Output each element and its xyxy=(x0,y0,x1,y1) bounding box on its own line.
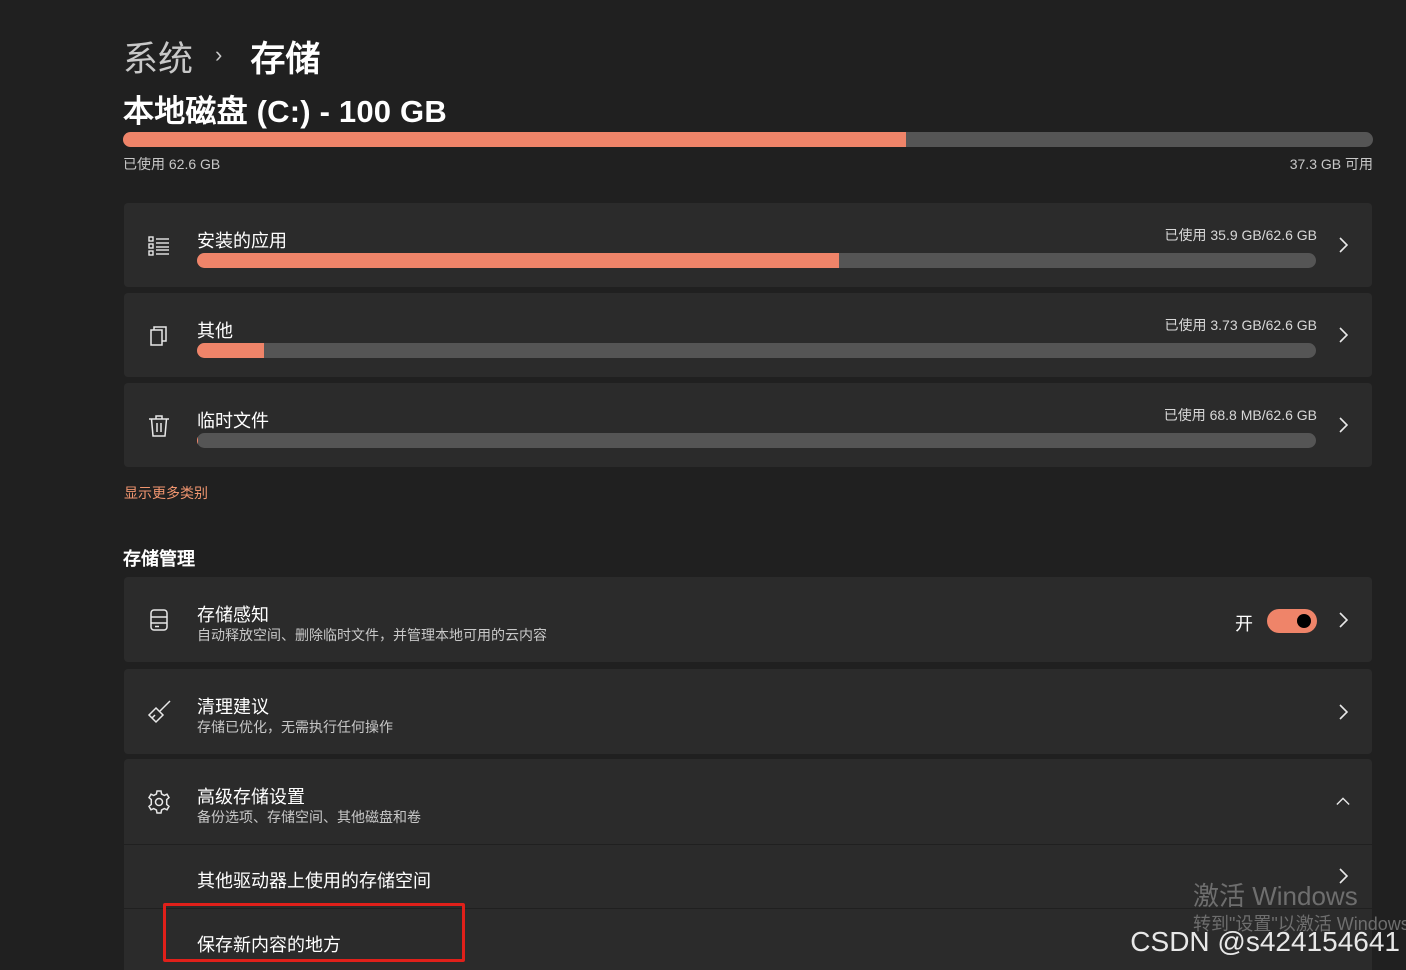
cleanup-title: 清理建议 xyxy=(197,697,269,717)
chevron-right-icon xyxy=(1336,612,1350,628)
category-usage: 已使用 3.73 GB/62.6 GB xyxy=(1164,317,1317,333)
sub-item-label: 保存新内容的地方 xyxy=(197,935,341,955)
breadcrumb-system[interactable]: 系统 xyxy=(123,31,193,82)
category-label: 安装的应用 xyxy=(197,231,287,251)
category-other[interactable]: 其他 已使用 3.73 GB/62.6 GB xyxy=(124,293,1372,377)
drive-usage-bar xyxy=(123,132,1373,147)
other-files-icon xyxy=(146,323,172,349)
category-label: 其他 xyxy=(197,321,233,341)
storage-sense-title: 存储感知 xyxy=(197,605,269,625)
advanced-storage-description: 备份选项、存储空间、其他磁盘和卷 xyxy=(197,809,421,825)
toggle-knob xyxy=(1297,614,1311,628)
category-usage-bar xyxy=(197,433,1316,448)
category-temp-files[interactable]: 临时文件 已使用 68.8 MB/62.6 GB xyxy=(124,383,1372,467)
cleanup-recommendations-row[interactable]: 清理建议 存储已优化，无需执行任何操作 xyxy=(124,669,1372,754)
drive-free-label: 37.3 GB 可用 xyxy=(1289,156,1373,172)
storage-sense-toggle[interactable] xyxy=(1267,609,1317,633)
chevron-right-icon xyxy=(1336,417,1350,433)
drive-used-label: 已使用 62.6 GB xyxy=(123,156,221,172)
storage-sense-description: 自动释放空间、删除临时文件，并管理本地可用的云内容 xyxy=(197,627,547,643)
category-usage-bar-fill xyxy=(197,433,199,448)
category-usage: 已使用 68.8 MB/62.6 GB xyxy=(1163,407,1317,423)
cleanup-description: 存储已优化，无需执行任何操作 xyxy=(197,719,393,735)
trash-icon xyxy=(146,413,172,439)
sub-item-label: 其他驱动器上使用的存储空间 xyxy=(197,871,431,891)
show-more-categories-link[interactable]: 显示更多类别 xyxy=(124,483,208,503)
storage-sense-toggle-label: 开 xyxy=(1235,614,1253,634)
broom-icon xyxy=(146,699,172,725)
storage-sense-row[interactable]: 存储感知 自动释放空间、删除临时文件，并管理本地可用的云内容 开 xyxy=(124,577,1372,662)
chevron-right-icon xyxy=(1336,327,1350,343)
breadcrumb-separator: › xyxy=(215,42,223,67)
advanced-storage-title: 高级存储设置 xyxy=(197,787,305,807)
category-usage-bar-fill xyxy=(197,343,264,358)
chevron-right-icon xyxy=(1336,704,1350,720)
drive-title: 本地磁盘 (C:) - 100 GB xyxy=(123,94,447,129)
category-usage: 已使用 35.9 GB/62.6 GB xyxy=(1164,227,1317,243)
category-usage-bar xyxy=(197,253,1316,268)
category-label: 临时文件 xyxy=(197,411,269,431)
chevron-right-icon xyxy=(1336,237,1350,253)
activate-windows-watermark: 激活 Windows xyxy=(1193,881,1358,911)
category-usage-bar-fill xyxy=(197,253,839,268)
page-title: 存储 xyxy=(250,39,321,79)
chevron-up-icon xyxy=(1336,794,1350,808)
drive-usage-bar-fill xyxy=(123,132,906,147)
advanced-storage-settings-row[interactable]: 高级存储设置 备份选项、存储空间、其他磁盘和卷 xyxy=(124,759,1372,844)
storage-drive-icon xyxy=(146,607,172,633)
category-usage-bar xyxy=(197,343,1316,358)
category-installed-apps[interactable]: 安装的应用 已使用 35.9 GB/62.6 GB xyxy=(124,203,1372,287)
storage-management-heading: 存储管理 xyxy=(123,549,195,569)
gear-icon xyxy=(146,789,172,815)
csdn-watermark: CSDN @s424154641 xyxy=(1130,926,1400,957)
apps-list-icon xyxy=(146,233,172,259)
breadcrumb: 系统 › 存储 xyxy=(123,34,320,79)
storage-used-on-other-drives-row[interactable]: 其他驱动器上使用的存储空间 xyxy=(124,845,1372,908)
